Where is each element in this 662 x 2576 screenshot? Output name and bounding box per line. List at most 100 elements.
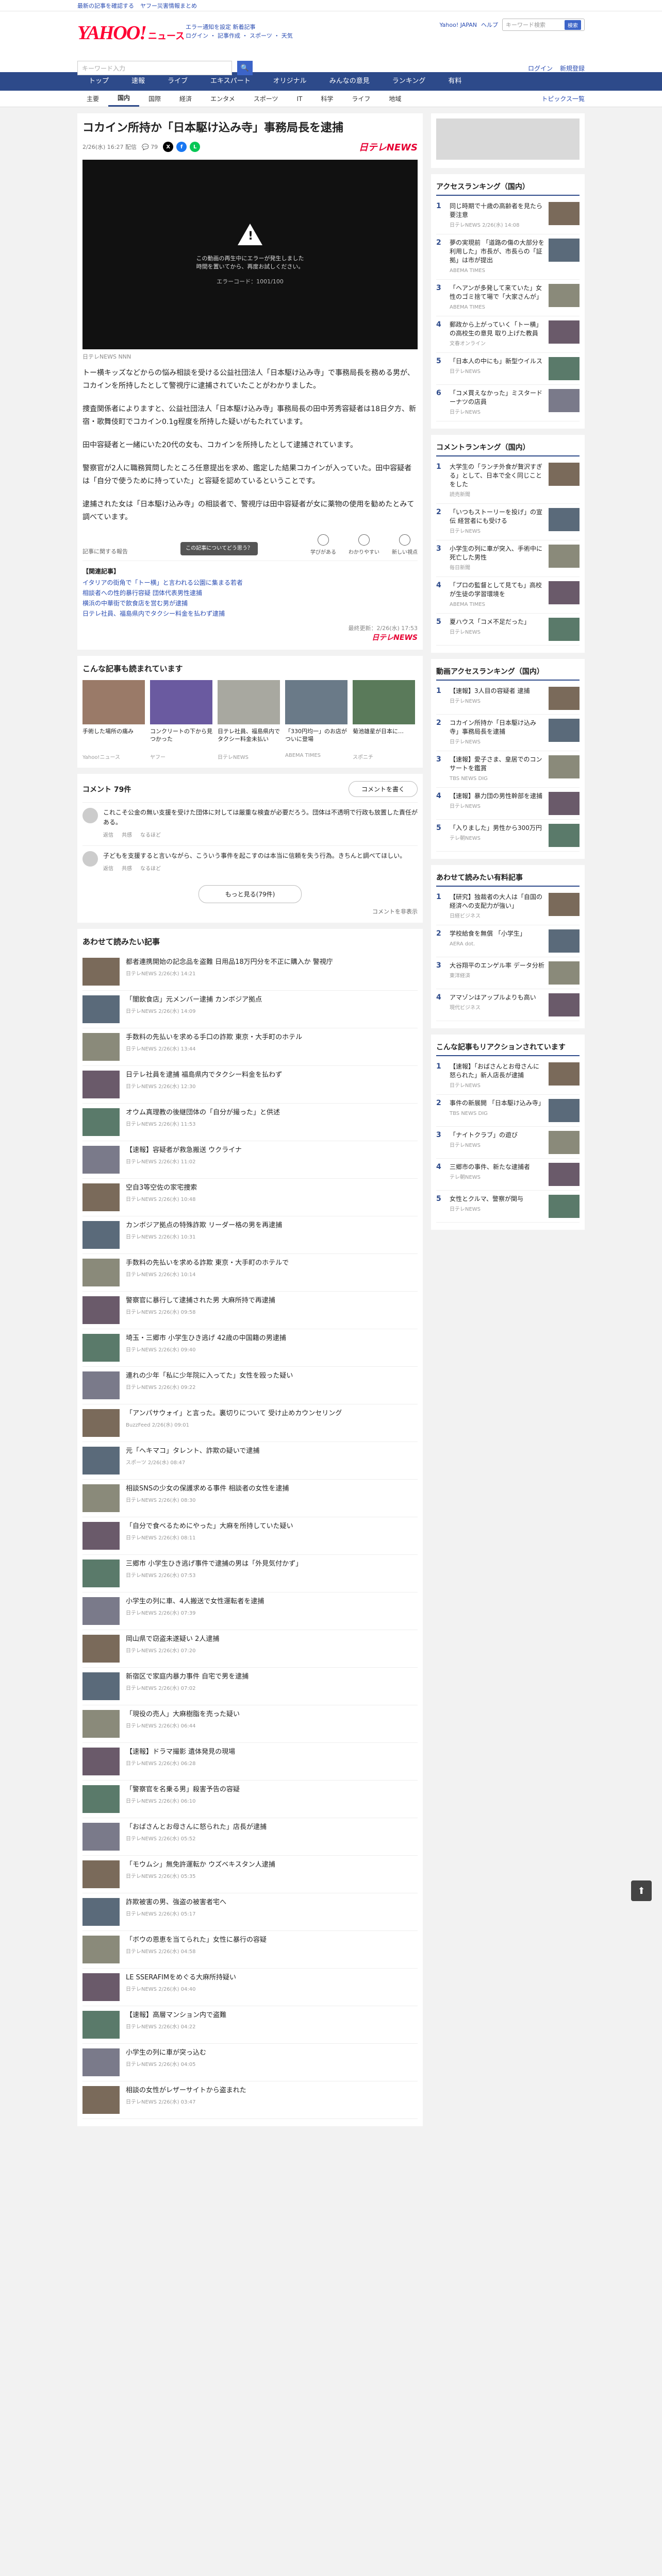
tab-life[interactable]: ライフ	[342, 91, 379, 107]
list-item[interactable]: 連れの少年「私に少年院に入ってた」女性を殴った疑い 日テレNEWS 2/26(水)…	[82, 1367, 418, 1404]
insight-button[interactable]: なるほど	[140, 831, 161, 840]
list-item[interactable]: カンボジア拠点の特殊詐欺 リーダー格の男を再逮捕 日テレNEWS 2/26(水) …	[82, 1216, 418, 1254]
list-item[interactable]: 相談SNSの少女の保護求める事件 相談者の女性を逮捕 日テレNEWS 2/26(水…	[82, 1480, 418, 1517]
list-item[interactable]: 小学生の列に車が突っ込む 日テレNEWS 2/26(水) 04:05	[82, 2044, 418, 2081]
line-share-icon[interactable]: L	[190, 142, 201, 152]
list-item[interactable]: 手数料の先払いを求める手口の詐欺 東京・大手町のホテル 日テレNEWS 2/26(…	[82, 1028, 418, 1066]
facebook-share-icon[interactable]: f	[176, 142, 187, 152]
rank-item[interactable]: 1 【研究】独裁者の大人は「自国の経済への支配力が強い」 日経ビジネス	[436, 889, 580, 925]
tab-science[interactable]: 科学	[311, 91, 342, 107]
list-item[interactable]: 【速報】高層マンション内で盗難 日テレNEWS 2/26(水) 04:22	[82, 2006, 418, 2044]
rank-item[interactable]: 5 「日本人の中にも」新型ウイルス 日テレNEWS	[436, 353, 580, 385]
list-item[interactable]: 岡山県で窃盗未遂疑い 2人逮捕 日テレNEWS 2/26(水) 07:20	[82, 1630, 418, 1668]
top-search-box[interactable]: キーワード検索 検索	[502, 19, 585, 31]
rank-item[interactable]: 2 コカイン所持か「日本駆け込み寺」事務局長を逮捕 日テレNEWS	[436, 715, 580, 751]
list-item[interactable]: 「自分で食べるためにやった」大麻を所持していた疑い 日テレNEWS 2/26(水)…	[82, 1517, 418, 1555]
header-info-line2[interactable]: ログイン ・ 記事作成 ・ スポーツ ・ 天気	[186, 31, 293, 40]
rank-item[interactable]: 4 郵政から上がっていく「トー横」の高校生の意見 取り上げた教員 文春オンライン	[436, 316, 580, 353]
list-item[interactable]: 日テレ社員を逮捕 福島県内でタクシー料金を払わず 日テレNEWS 2/26(水) …	[82, 1066, 418, 1104]
related-link[interactable]: 相談者への性的暴行容疑 団体代表男性逮捕	[82, 588, 418, 598]
scroll-to-top-icon[interactable]: ⬆	[631, 1880, 652, 1901]
list-item[interactable]: 相談の女性がレザーサイトから盗まれた 日テレNEWS 2/26(水) 03:47	[82, 2081, 418, 2119]
rank-item[interactable]: 5 「入りました」男性から300万円 テレ朝NEWS	[436, 820, 580, 852]
tab-entertainment[interactable]: エンタメ	[201, 91, 244, 107]
thumb-card[interactable]: 菊池雄星が日本に… スポニチ	[353, 680, 415, 760]
tab-main[interactable]: 主要	[77, 91, 108, 107]
list-item[interactable]: 都者連携開始の記念品を盗難 日用品18万円分を不正に購入か 警視庁 日テレNEWS…	[82, 953, 418, 991]
rank-item[interactable]: 4 アマゾンはアップルよりも高い 現代ビジネス	[436, 989, 580, 1021]
rank-item[interactable]: 5 夏ハウス「コメ不足だった」 日テレNEWS	[436, 614, 580, 646]
yahoo-news-logo[interactable]: YAHOO! ニュース	[77, 22, 185, 44]
report-link[interactable]: 記事に関する報告	[82, 547, 128, 555]
tab-sports[interactable]: スポーツ	[244, 91, 288, 107]
list-item[interactable]: 埼玉・三郷市 小学生ひき逃げ 42歳の中国籍の男逮捕 日テレNEWS 2/26(水…	[82, 1329, 418, 1367]
list-item[interactable]: 「モウムシ」無免許運転か ウズベキスタン人逮捕 日テレNEWS 2/26(水) 0…	[82, 1856, 418, 1893]
thumb-card[interactable]: 日テレ社員、福島県内でタクシー料金未払い 日テレNEWS	[218, 680, 280, 760]
rank-item[interactable]: 1 【速報】3人目の容疑者 逮捕 日テレNEWS	[436, 683, 580, 715]
more-comments-button[interactable]: もっと見る(79件)	[198, 885, 302, 903]
rank-item[interactable]: 2 夢の実現前 「道路の傷の大部分を利用した」市長が、市長らの「証拠」は市が提出 A…	[436, 234, 580, 280]
tab-domestic[interactable]: 国内	[108, 91, 140, 107]
header-info-line1[interactable]: エラー通知を設定 新着記事	[186, 23, 293, 31]
reply-button[interactable]: 返信	[103, 831, 113, 840]
list-item[interactable]: 詐欺被害の男、強盗の被害者宅へ 日テレNEWS 2/26(水) 05:17	[82, 1893, 418, 1931]
search-icon[interactable]: 🔍	[237, 61, 253, 75]
list-item[interactable]: 警察官に暴行して逮捕された男 大麻所持で再逮捕 日テレNEWS 2/26(水) 0…	[82, 1292, 418, 1329]
rank-item[interactable]: 2 「いつもストーリーを投げ」の宣伝 経営者にも受ける 日テレNEWS	[436, 504, 580, 540]
rank-item[interactable]: 3 【速報】愛子さま、皇居でのコンサートを鑑賞 TBS NEWS DIG	[436, 751, 580, 788]
rank-item[interactable]: 3 小学生の列に車が突入、手術中に死亡した男性 毎日新聞	[436, 540, 580, 577]
source-logo-bottom[interactable]: 日テレNEWS	[82, 632, 418, 642]
agree-button[interactable]: 共感	[122, 831, 132, 840]
hide-comments-toggle[interactable]: コメントを非表示	[82, 907, 418, 916]
tab-economy[interactable]: 経済	[170, 91, 201, 107]
tab-local[interactable]: 地域	[379, 91, 410, 107]
register-link[interactable]: 新規登録	[560, 64, 585, 73]
rank-item[interactable]: 4 「プロの監督として見ても」高校が生徒の学習環境を ABEMA TIMES	[436, 577, 580, 614]
agree-button[interactable]: 共感	[122, 864, 132, 874]
comment-count-badge[interactable]: 💬 79	[142, 144, 158, 150]
list-item[interactable]: 「警察官を名乗る男」殺害予告の容疑 日テレNEWS 2/26(水) 06:10	[82, 1781, 418, 1818]
video-player[interactable]: この動画の再生中にエラーが発生しました 時間を置いてから、再度お試しください。 …	[82, 160, 418, 349]
rank-item[interactable]: 2 学校給食を無償 「小学生」 AERA dot.	[436, 925, 580, 957]
list-item[interactable]: 「ボウの恩恵を当てられた」女性に暴行の容疑 日テレNEWS 2/26(水) 04:…	[82, 1931, 418, 1969]
related-link[interactable]: 日テレ社員、福島県内でタクシー料金を払わず逮捕	[82, 608, 418, 619]
related-link[interactable]: 横浜の中華街で飲食店を営む男が逮捕	[82, 598, 418, 608]
rank-item[interactable]: 3 大谷翔平のエンゲル率 データ分析 東洋経済	[436, 957, 580, 989]
yahoo-japan-link[interactable]: Yahoo! JAPAN	[439, 22, 477, 28]
list-item[interactable]: 小学生の列に車、4人搬送で女性運転者を逮捕 日テレNEWS 2/26(水) 07:…	[82, 1592, 418, 1630]
list-item[interactable]: 三郷市 小学生ひき逃げ事件で逮捕の男は「外見気付かず」 日テレNEWS 2/26(…	[82, 1555, 418, 1592]
topics-list-link[interactable]: トピックス一覧	[541, 94, 585, 103]
rank-item[interactable]: 5 女性とクルマ、警察が関与 日テレNEWS	[436, 1191, 580, 1223]
write-comment-button[interactable]: コメントを書く	[348, 781, 418, 797]
list-item[interactable]: 手数料の先払いを求める詐欺 東京・大手町のホテルで 日テレNEWS 2/26(水)…	[82, 1254, 418, 1292]
thumb-card[interactable]: 「330円均一」のお店がついに登場 ABEMA TIMES	[285, 680, 347, 760]
x-share-icon[interactable]: X	[163, 142, 174, 152]
list-item[interactable]: 新宿区で家庭内暴力事件 自宅で男を逮捕 日テレNEWS 2/26(水) 07:02	[82, 1668, 418, 1705]
list-item[interactable]: 【速報】容疑者が救急搬送 ウクライナ 日テレNEWS 2/26(水) 11:02	[82, 1141, 418, 1179]
list-item[interactable]: 元「ヘキマコ」タレント、詐欺の疑いで逮捕 スポーツ 2/26(水) 08:47	[82, 1442, 418, 1480]
reaction-newview[interactable]: 新しい視点	[392, 534, 418, 555]
list-item[interactable]: 「アンパサウォイ」と言った。裏切りについて 受け止めカウンセリング BuzzFee…	[82, 1404, 418, 1442]
top-search-button[interactable]: 検索	[565, 20, 581, 30]
rank-item[interactable]: 1 同じ時期で十歳の高齢者を見たら要注意 日テレNEWS 2/26(水) 14:08	[436, 198, 580, 234]
insight-button[interactable]: なるほど	[140, 864, 161, 874]
rank-item[interactable]: 1 【速報】「おばさんとお母さんに怒られた」新人店長が逮捕 日テレNEWS	[436, 1058, 580, 1095]
notice-link-1[interactable]: 最新の記事を確認する	[77, 2, 134, 10]
thumb-card[interactable]: 手術した場所の痛み Yahoo!ニュース	[82, 680, 145, 760]
rank-item[interactable]: 1 大学生の「ランチ外食が贅沢すぎる」として、日本で全く同じことをした 読売新聞	[436, 459, 580, 504]
list-item[interactable]: オウム真理教の後継団体の「自分が撮った」と供述 日テレNEWS 2/26(水) 1…	[82, 1104, 418, 1141]
reaction-clear[interactable]: わかりやすい	[349, 534, 379, 555]
list-item[interactable]: LE SSERAFIMをめぐる大麻所持疑い 日テレNEWS 2/26(水) 04:…	[82, 1969, 418, 2006]
help-link[interactable]: ヘルプ	[481, 21, 498, 29]
list-item[interactable]: 「闇飲食店」元メンバー逮捕 カンボジア拠点 日テレNEWS 2/26(水) 14:…	[82, 991, 418, 1028]
thumb-card[interactable]: コンクリートの下から見つかった ヤフー	[150, 680, 212, 760]
list-item[interactable]: 【速報】ドラマ撮影 遺体発見の現場 日テレNEWS 2/26(水) 06:28	[82, 1743, 418, 1781]
notice-link-2[interactable]: ヤフー災害情報まとめ	[140, 2, 197, 10]
tab-international[interactable]: 国際	[139, 91, 170, 107]
reaction-learn[interactable]: 学びがある	[310, 534, 336, 555]
list-item[interactable]: 「おばさんとお母さんに怒られた」店長が逮捕 日テレNEWS 2/26(水) 05:…	[82, 1818, 418, 1856]
list-item[interactable]: 「現役の売人」大麻樹脂を売った疑い 日テレNEWS 2/26(水) 06:44	[82, 1705, 418, 1743]
related-link[interactable]: イタリアの街角で「トー横」と言われる公園に集まる若者	[82, 578, 418, 588]
rank-item[interactable]: 2 事件の新展開 「日本駆け込み寺」 TBS NEWS DIG	[436, 1095, 580, 1127]
rank-item[interactable]: 6 「コメ買えなかった」ミスタードーナツの店員 日テレNEWS	[436, 385, 580, 421]
